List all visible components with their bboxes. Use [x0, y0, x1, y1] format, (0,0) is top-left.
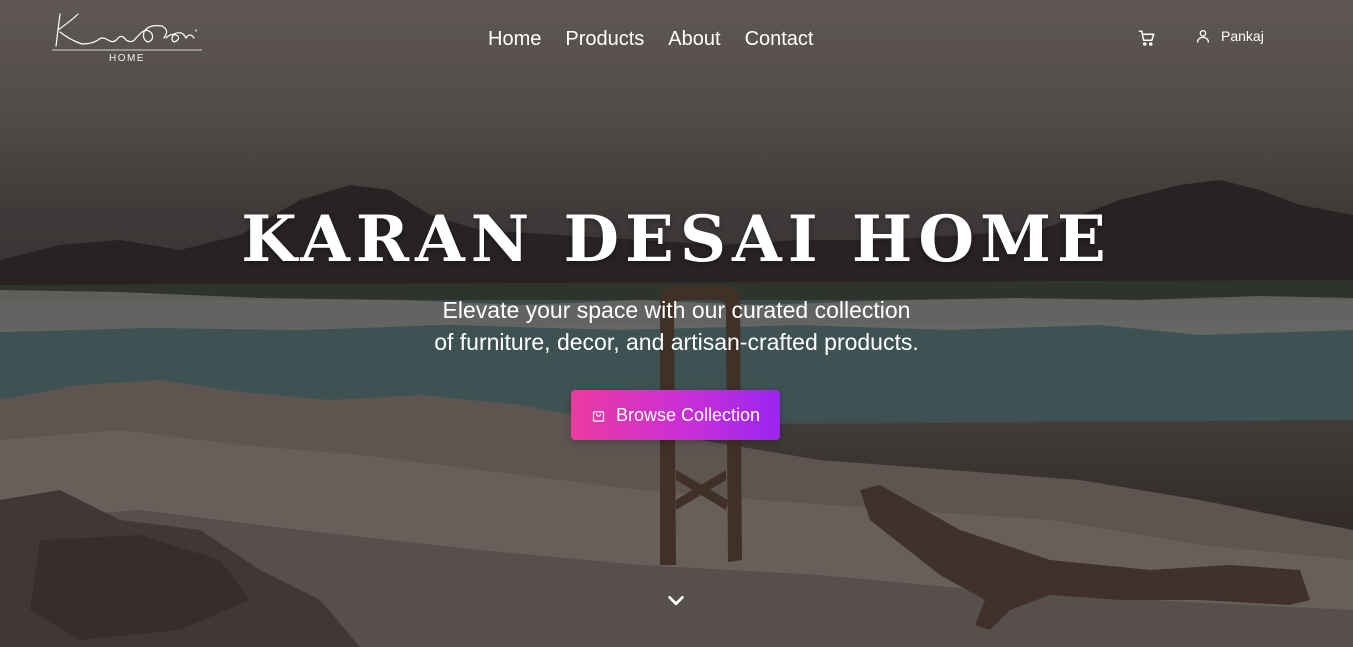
user-name: Pankaj: [1221, 28, 1264, 44]
hero-title: KARAN DESAI HOME: [241, 202, 1112, 277]
hero-subtitle: Elevate your space with our curated coll…: [0, 294, 1353, 358]
nav-item-contact[interactable]: Contact: [745, 26, 814, 52]
nav-item-home[interactable]: Home: [488, 26, 541, 52]
hero-subtitle-line-1: Elevate your space with our curated coll…: [442, 297, 911, 323]
browse-collection-button[interactable]: Browse Collection: [571, 390, 780, 440]
user-menu-button[interactable]: Pankaj: [1195, 28, 1264, 44]
brand-logo[interactable]: HOME: [52, 10, 202, 66]
nav-item-products[interactable]: Products: [565, 26, 644, 52]
user-icon: [1197, 30, 1209, 43]
cart-button[interactable]: [1138, 29, 1156, 47]
main-nav: Home Products About Contact: [488, 26, 814, 52]
hero-subtitle-line-2: of furniture, decor, and artisan-crafted…: [434, 329, 919, 355]
logo-signature-icon: [52, 13, 202, 51]
nav-item-about[interactable]: About: [668, 26, 720, 52]
shopping-bag-icon: [592, 410, 605, 422]
chevron-down-icon[interactable]: [665, 590, 687, 612]
browse-collection-label: Browse Collection: [615, 404, 761, 425]
cart-icon: [1138, 30, 1155, 46]
hero-section: HOME Home Products About Contact Pankaj …: [0, 0, 1353, 647]
logo-subtitle: HOME: [109, 53, 145, 64]
